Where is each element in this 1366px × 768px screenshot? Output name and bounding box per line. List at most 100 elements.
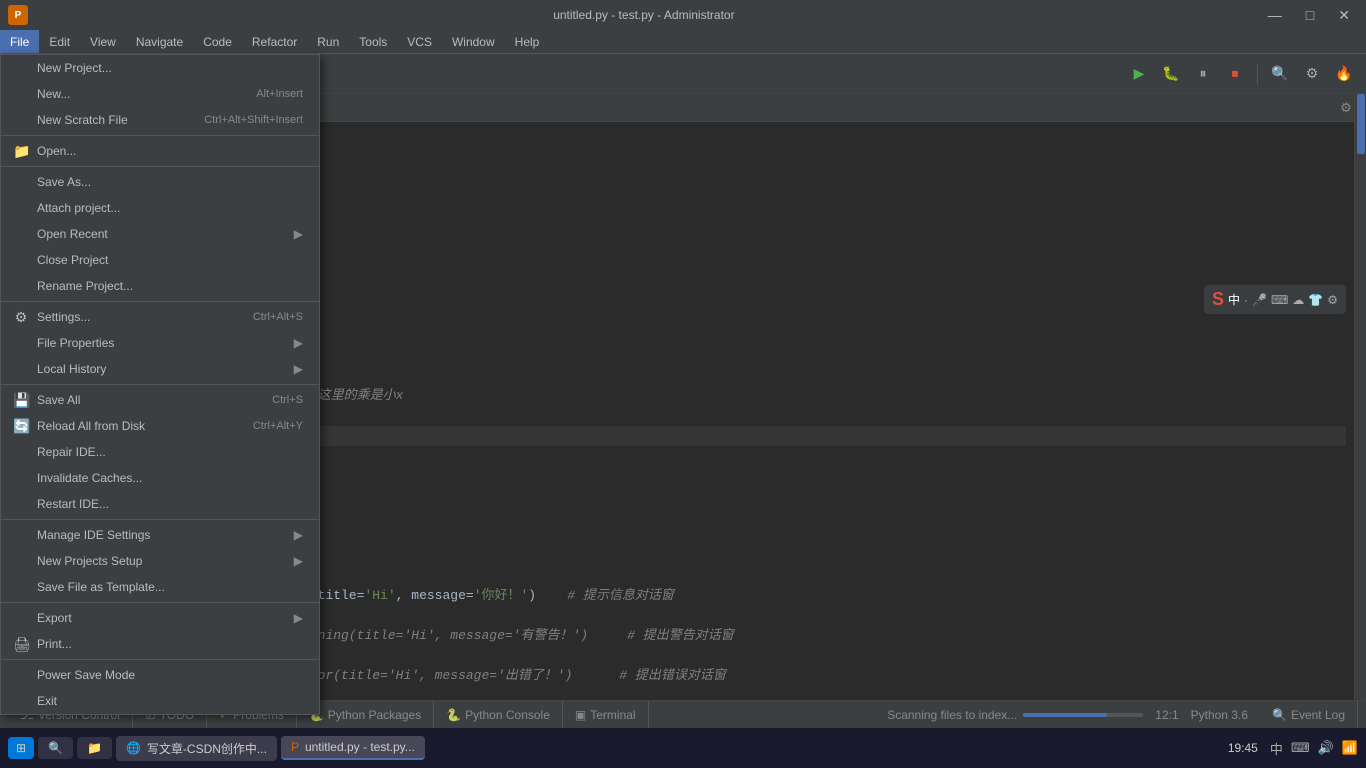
- scanning-text: Scanning files to index...: [887, 708, 1017, 722]
- menu-close-project[interactable]: Close Project: [1, 247, 319, 273]
- menu-local-history[interactable]: Local History ▶: [1, 356, 319, 382]
- ime-skin: 👕: [1308, 293, 1323, 307]
- menu-view[interactable]: View: [80, 30, 126, 53]
- menu-tools[interactable]: Tools: [349, 30, 397, 53]
- title-bar: P untitled.py - test.py - Administrator …: [0, 0, 1366, 30]
- menu-run[interactable]: Run: [307, 30, 349, 53]
- sep3: [1, 301, 319, 302]
- editor-settings-button[interactable]: ⚙: [1338, 95, 1354, 121]
- menu-rename-project[interactable]: Rename Project...: [1, 273, 319, 299]
- keyboard-icon: ⌨: [1291, 740, 1310, 756]
- menu-export[interactable]: Export ▶: [1, 605, 319, 631]
- file-dropdown: New Project... New... Alt+Insert New Scr…: [0, 54, 320, 715]
- menu-file[interactable]: File: [0, 30, 39, 53]
- menu-new-project[interactable]: New Project...: [1, 55, 319, 81]
- menu-open[interactable]: 📁Open...: [1, 138, 319, 164]
- menu-edit[interactable]: Edit: [39, 30, 80, 53]
- menu-open-recent[interactable]: Open Recent ▶: [1, 221, 319, 247]
- menu-window[interactable]: Window: [442, 30, 505, 53]
- debug-button[interactable]: 🐛: [1157, 60, 1185, 88]
- menu-vcs[interactable]: VCS: [397, 30, 442, 53]
- scroll-indicator: [1357, 94, 1365, 154]
- run-button[interactable]: ▶: [1125, 60, 1153, 88]
- ime-toolbar: S 中 · 🎤 ⌨ ☁ 👕 ⚙: [1204, 285, 1346, 314]
- menu-restart-ide[interactable]: Restart IDE...: [1, 491, 319, 517]
- menu-help[interactable]: Help: [505, 30, 550, 53]
- menu-new[interactable]: New... Alt+Insert: [1, 81, 319, 107]
- progress-fill: [1023, 713, 1107, 717]
- search-button[interactable]: 🔍: [1266, 60, 1294, 88]
- taskbar-pycharm[interactable]: P untitled.py - test.py...: [281, 736, 425, 760]
- windows-icon: ⊞: [16, 741, 26, 755]
- taskbar-csdn[interactable]: 🌐 写文章-CSDN创作中...: [116, 736, 277, 761]
- right-sidebar[interactable]: [1354, 94, 1366, 740]
- python-console-tab[interactable]: 🐍 Python Console: [434, 701, 563, 729]
- search-button-taskbar[interactable]: 🔍: [38, 737, 73, 759]
- folder-icon: 📁: [13, 143, 29, 160]
- progress-bar-container: Scanning files to index...: [887, 708, 1143, 722]
- menu-power-save[interactable]: Power Save Mode: [1, 662, 319, 688]
- clock-time: 19:45: [1228, 741, 1258, 755]
- taskbar: ⊞ 🔍 📁 🌐 写文章-CSDN创作中... P untitled.py - t…: [0, 728, 1366, 768]
- ime-cn: 中: [1228, 291, 1240, 308]
- menu-settings[interactable]: ⚙Settings... Ctrl+Alt+S: [1, 304, 319, 330]
- toolbar-sep2: [1257, 64, 1258, 84]
- search-icon-taskbar: 🔍: [48, 741, 63, 755]
- ime-mic: 🎤: [1252, 293, 1267, 307]
- maximize-button[interactable]: □: [1298, 5, 1322, 26]
- settings-icon: ⚙: [13, 309, 29, 326]
- menu-file-properties[interactable]: File Properties ▶: [1, 330, 319, 356]
- menu-navigate[interactable]: Navigate: [126, 30, 193, 53]
- menu-code[interactable]: Code: [193, 30, 242, 53]
- menu-new-scratch[interactable]: New Scratch File Ctrl+Alt+Shift+Insert: [1, 107, 319, 133]
- menu-exit[interactable]: Exit: [1, 688, 319, 714]
- menu-bar: File Edit View Navigate Code Refactor Ru…: [0, 30, 1366, 54]
- app-icon: P: [8, 5, 28, 25]
- sys-icons: 中 ⌨ 🔊 📶: [1270, 739, 1358, 758]
- event-log-tab[interactable]: 🔍 Event Log: [1260, 701, 1358, 729]
- menu-invalidate-caches[interactable]: Invalidate Caches...: [1, 465, 319, 491]
- menu-refactor[interactable]: Refactor: [242, 30, 307, 53]
- ime-keyboard: ⌨: [1271, 293, 1288, 307]
- menu-attach-project[interactable]: Attach project...: [1, 195, 319, 221]
- update-button[interactable]: 🔥: [1330, 60, 1358, 88]
- print-icon: 🖨: [13, 636, 29, 653]
- pause-button[interactable]: ⏸: [1189, 60, 1217, 88]
- sep5: [1, 519, 319, 520]
- terminal-tab[interactable]: ▣ Terminal: [563, 701, 649, 729]
- lang-indicator: 中: [1270, 739, 1283, 758]
- menu-new-projects-setup[interactable]: New Projects Setup ▶: [1, 548, 319, 574]
- menu-manage-ide-settings[interactable]: Manage IDE Settings ▶: [1, 522, 319, 548]
- event-log-icon: 🔍: [1272, 708, 1287, 722]
- menu-save-as[interactable]: Save As...: [1, 169, 319, 195]
- sep1: [1, 135, 319, 136]
- start-button[interactable]: ⊞: [8, 737, 34, 759]
- stop-button[interactable]: ⏹: [1221, 60, 1249, 88]
- sep7: [1, 659, 319, 660]
- menu-repair-ide[interactable]: Repair IDE...: [1, 439, 319, 465]
- explorer-button[interactable]: 📁: [77, 737, 112, 759]
- explorer-icon: 📁: [87, 741, 102, 755]
- pycharm-icon-taskbar: P: [291, 740, 299, 754]
- network-icon: 📶: [1342, 740, 1358, 756]
- sep2: [1, 166, 319, 167]
- python-version-status[interactable]: Python 3.6: [1191, 708, 1248, 722]
- reload-icon: 🔄: [13, 418, 29, 435]
- status-right: Scanning files to index... 12:1 Python 3…: [887, 701, 1358, 729]
- ime-dot: ·: [1244, 293, 1248, 307]
- cursor-position[interactable]: 12:1: [1155, 708, 1178, 722]
- menu-reload-disk[interactable]: 🔄Reload All from Disk Ctrl+Alt+Y: [1, 413, 319, 439]
- sep4: [1, 384, 319, 385]
- menu-save-all[interactable]: 💾Save All Ctrl+S: [1, 387, 319, 413]
- volume-icon: 🔊: [1318, 740, 1334, 756]
- ime-more: ⚙: [1327, 293, 1338, 307]
- settings-button[interactable]: ⚙: [1298, 60, 1326, 88]
- close-button[interactable]: ✕: [1330, 5, 1358, 26]
- sep6: [1, 602, 319, 603]
- menu-print[interactable]: 🖨Print...: [1, 631, 319, 657]
- browser-icon: 🌐: [126, 741, 141, 755]
- save-icon: 💾: [13, 392, 29, 409]
- title-text: untitled.py - test.py - Administrator: [28, 8, 1260, 22]
- menu-save-file-template[interactable]: Save File as Template...: [1, 574, 319, 600]
- minimize-button[interactable]: —: [1260, 5, 1290, 26]
